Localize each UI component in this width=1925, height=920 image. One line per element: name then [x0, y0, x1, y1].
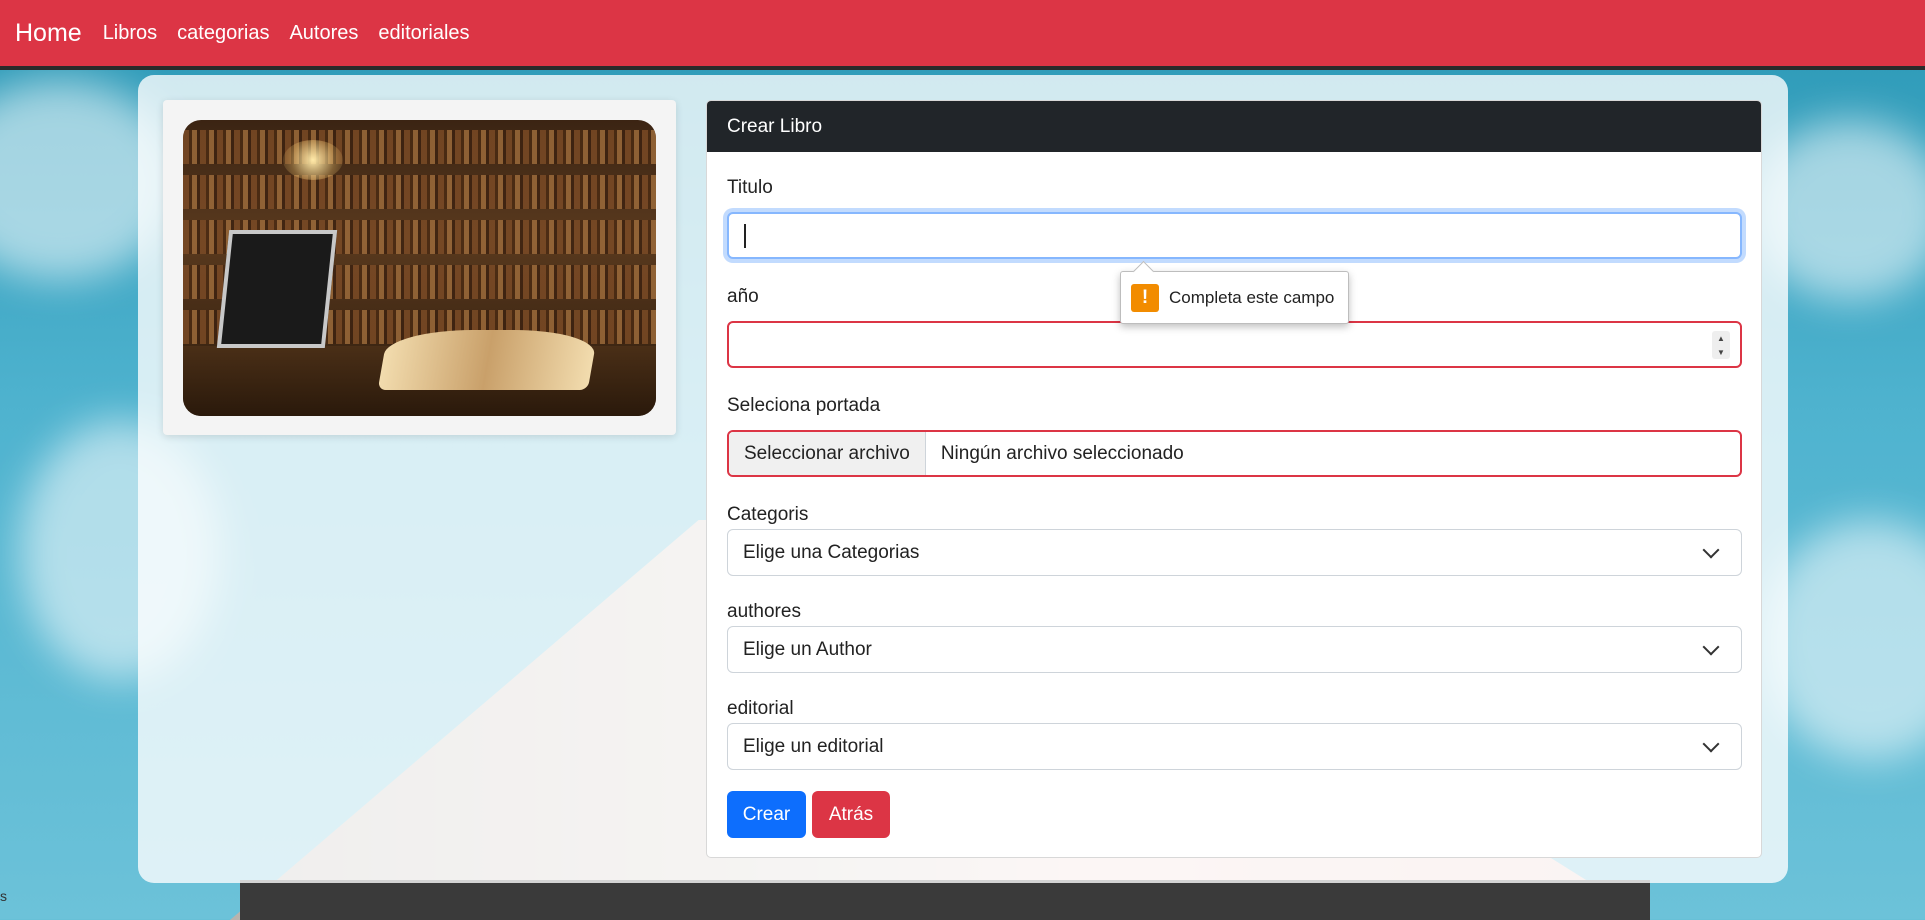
home-link[interactable]: Home [15, 19, 82, 48]
chevron-down-icon [1702, 638, 1720, 655]
editorial-select[interactable]: Elige un editorial [727, 723, 1742, 770]
categoria-label: Categoris [727, 504, 809, 525]
autor-label: authores [727, 601, 801, 622]
titulo-input[interactable] [727, 212, 1742, 259]
crear-button[interactable]: Crear [727, 791, 806, 838]
create-book-card: Crear Libro Titulo año ▲ ▼ Seleciona por… [706, 100, 1762, 858]
nav-link-editoriales[interactable]: editoriales [378, 22, 469, 45]
file-status: Ningún archivo seleccionado [940, 442, 1184, 464]
chevron-down-icon [1702, 541, 1720, 558]
editorial-selected: Elige un editorial [743, 735, 884, 757]
stray-text: s [0, 888, 7, 904]
titulo-label: Titulo [727, 177, 773, 198]
spinner-up-icon[interactable]: ▲ [1717, 334, 1725, 343]
anio-number-input[interactable]: ▲ ▼ [727, 321, 1742, 368]
image-card [163, 100, 676, 435]
top-navbar: Home Libros categorias Autores editorial… [0, 0, 1925, 70]
number-spinner[interactable]: ▲ ▼ [1712, 331, 1730, 359]
atras-button[interactable]: Atrás [812, 791, 890, 838]
card-header: Crear Libro [707, 101, 1761, 152]
portada-label: Seleciona portada [727, 395, 881, 416]
nav-link-autores[interactable]: Autores [289, 22, 358, 45]
editorial-label: editorial [727, 698, 794, 719]
autor-selected: Elige un Author [743, 638, 872, 660]
autor-select[interactable]: Elige un Author [727, 626, 1742, 673]
spinner-down-icon[interactable]: ▼ [1717, 348, 1725, 357]
categoria-select[interactable]: Elige una Categorias [727, 529, 1742, 576]
warning-icon: ! [1131, 283, 1159, 312]
validation-message: Completa este campo [1169, 287, 1335, 307]
categoria-selected: Elige una Categorias [743, 541, 920, 563]
anio-label: año [727, 286, 759, 307]
chevron-down-icon [1702, 735, 1720, 752]
validation-tooltip: ! Completa este campo [1120, 271, 1349, 324]
nav-link-libros[interactable]: Libros [103, 22, 157, 45]
select-file-button[interactable]: Seleccionar archivo [729, 432, 926, 475]
library-photo [183, 120, 656, 416]
nav-link-categorias[interactable]: categorias [177, 22, 269, 45]
text-caret [744, 223, 746, 248]
portada-file-input[interactable]: Seleccionar archivo Ningún archivo selec… [727, 430, 1742, 477]
